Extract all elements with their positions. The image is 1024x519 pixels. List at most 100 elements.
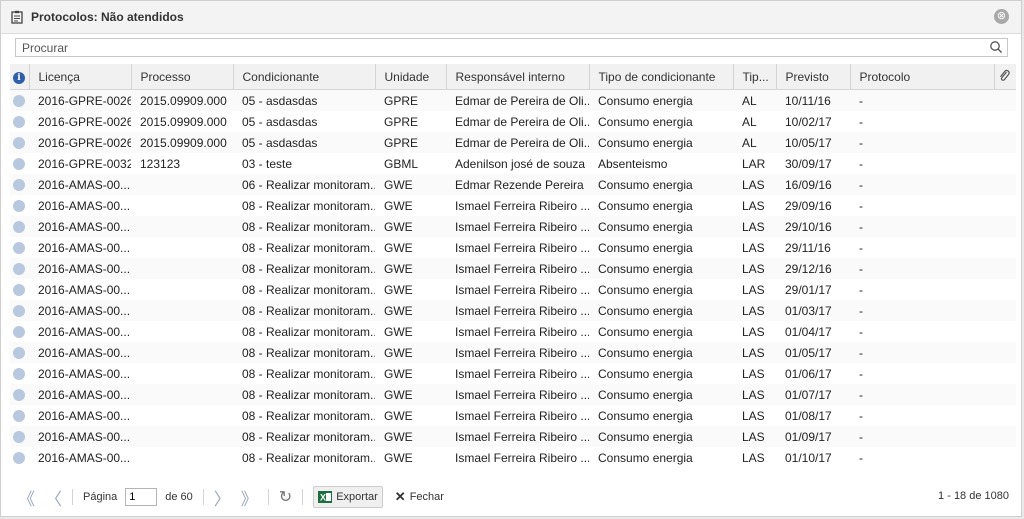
table-row[interactable]: 2016-AMAS-00... 08 - Realizar monitoram..… [10,384,1016,405]
info-dot-icon[interactable] [13,221,25,234]
table-row[interactable]: 2016-AMAS-00... 08 - Realizar monitoram..… [10,447,1016,468]
cell-responsavel: Ismael Ferreira Ribeiro ... [446,279,589,300]
refresh-icon[interactable]: ↻ [279,487,292,507]
column-header-licenca[interactable]: Licença [29,64,132,90]
row-info-cell[interactable] [10,111,29,132]
cell-previsto: 01/06/17 [776,363,850,384]
info-dot-icon[interactable] [13,137,25,150]
table-row[interactable]: 2016-GPRE-0026 2015.09909.000 05 - asdasda… [10,132,1016,153]
table-row[interactable]: 2016-AMAS-00... 08 - Realizar monitoram..… [10,342,1016,363]
row-info-cell[interactable] [10,89,29,111]
row-info-cell[interactable] [10,153,29,174]
attachment-column-header[interactable] [994,64,1016,90]
column-header-previsto[interactable]: Previsto [776,64,851,90]
row-info-cell[interactable] [10,405,29,426]
cell-processo [131,363,233,384]
cell-attachment [994,279,1016,300]
cell-condicionante: 06 - Realizar monitoram... [233,174,375,195]
row-info-cell[interactable] [10,174,29,195]
table-row[interactable]: 2016-AMAS-00... 08 - Realizar monitoram..… [10,321,1016,342]
column-header-tipo[interactable]: Tip... [733,64,777,90]
info-dot-icon[interactable] [13,452,25,465]
search-icon[interactable] [989,40,1003,54]
export-button[interactable]: X Exportar [313,486,383,508]
cell-tipo: LAS [733,363,776,384]
table-row[interactable]: 2016-AMAS-00... 08 - Realizar monitoram..… [10,405,1016,426]
next-page-icon[interactable]: 〉 [214,485,231,510]
cell-responsavel: Ismael Ferreira Ribeiro ... [446,321,589,342]
table-row[interactable]: 2016-AMAS-00... 08 - Realizar monitoram..… [10,237,1016,258]
column-header-processo[interactable]: Processo [131,64,234,90]
cell-licenca: 2016-AMAS-00... [29,363,131,384]
clipboard-icon [11,10,23,24]
info-dot-icon[interactable] [13,95,25,108]
table-row[interactable]: 2016-GPRE-0026 2015.09909.000 05 - asdasda… [10,111,1016,132]
info-dot-icon[interactable] [13,116,25,129]
info-dot-icon[interactable] [13,305,25,318]
cell-attachment [994,132,1016,153]
info-dot-icon[interactable] [13,431,25,444]
cell-processo [131,321,233,342]
info-dot-icon[interactable] [13,263,25,276]
cell-licenca: 2016-AMAS-00... [29,258,131,279]
page-number-input[interactable] [125,488,158,506]
search-input[interactable] [16,39,988,56]
table-row[interactable]: 2016-GPRE-0026 2015.09909.000 05 - asdasda… [10,89,1016,111]
cell-licenca: 2016-AMAS-00... [29,237,131,258]
last-page-icon[interactable]: 》 [241,485,258,510]
info-dot-icon[interactable] [13,389,25,402]
first-page-icon[interactable]: 《 [18,485,35,510]
row-info-cell[interactable] [10,258,29,279]
row-info-cell[interactable] [10,363,29,384]
row-info-cell[interactable] [10,384,29,405]
column-header-tipo-condicionante[interactable]: Tipo de condicionante [589,64,734,90]
cell-tipo-condicionante: Consumo energia [589,216,733,237]
cell-attachment [994,195,1016,216]
table-row[interactable]: 2016-GPRE-0032 123123 03 - teste GBML Adenil… [10,153,1016,174]
cell-tipo-condicionante: Consumo energia [589,447,733,468]
cell-condicionante: 08 - Realizar monitoram... [233,447,375,468]
close-icon[interactable]: ⊗ [994,9,1009,24]
table-row[interactable]: 2016-AMAS-00... 08 - Realizar monitoram..… [10,426,1016,447]
cell-previsto: 01/09/17 [776,426,850,447]
column-header-responsavel-interno[interactable]: Responsável interno [446,64,590,90]
row-info-cell[interactable] [10,321,29,342]
row-info-cell[interactable] [10,132,29,153]
row-info-cell[interactable] [10,300,29,321]
cell-condicionante: 08 - Realizar monitoram... [233,363,375,384]
column-header-protocolo[interactable]: Protocolo [850,64,995,90]
row-info-cell[interactable] [10,426,29,447]
table-row[interactable]: 2016-AMAS-00... 08 - Realizar monitoram..… [10,363,1016,384]
info-dot-icon[interactable] [13,410,25,423]
table-row[interactable]: 2016-AMAS-00... 08 - Realizar monitoram..… [10,195,1016,216]
row-info-cell[interactable] [10,342,29,363]
table-row[interactable]: 2016-AMAS-00... 08 - Realizar monitoram..… [10,279,1016,300]
close-dialog-button[interactable]: ✕ Fechar [395,489,444,505]
column-header-unidade[interactable]: Unidade [375,64,447,90]
cell-licenca: 2016-GPRE-0032 [29,153,131,174]
row-info-cell[interactable] [10,279,29,300]
table-row[interactable]: 2016-AMAS-00... 08 - Realizar monitoram..… [10,216,1016,237]
table-row[interactable]: 2016-AMAS-00... 08 - Realizar monitoram..… [10,300,1016,321]
info-dot-icon[interactable] [13,284,25,297]
row-info-cell[interactable] [10,447,29,468]
cell-tipo-condicionante: Consumo energia [589,279,733,300]
info-dot-icon[interactable] [13,368,25,381]
table-row[interactable]: 2016-AMAS-00... 06 - Realizar monitoram..… [10,174,1016,195]
table-row[interactable]: 2016-AMAS-00... 08 - Realizar monitoram..… [10,258,1016,279]
prev-page-icon[interactable]: 〈 [45,485,62,510]
info-dot-icon[interactable] [13,242,25,255]
cell-tipo: AL [733,132,776,153]
column-header-condicionante[interactable]: Condicionante [233,64,376,90]
row-info-cell[interactable] [10,237,29,258]
info-dot-icon[interactable] [13,179,25,192]
info-dot-icon[interactable] [13,347,25,360]
info-dot-icon[interactable] [13,326,25,339]
cell-attachment [994,174,1016,195]
cell-licenca: 2016-AMAS-00... [29,384,131,405]
info-dot-icon[interactable] [13,158,25,171]
row-info-cell[interactable] [10,195,29,216]
row-info-cell[interactable] [10,216,29,237]
info-dot-icon[interactable] [13,200,25,213]
cell-processo [131,279,233,300]
